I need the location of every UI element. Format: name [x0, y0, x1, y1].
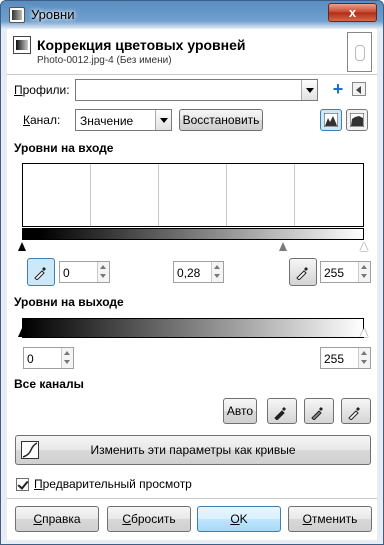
output-low-value: 0: [27, 352, 34, 366]
chevron-down-icon[interactable]: [155, 110, 171, 130]
image-name: Photo-0012.jpg-4 (Без имени): [37, 55, 172, 66]
eyedropper-icon: [296, 267, 308, 280]
output-high-spinner[interactable]: 255: [320, 347, 371, 369]
input-white-point-handle[interactable]: [360, 242, 368, 251]
output-high-value: 255: [324, 352, 345, 366]
edit-as-curves-label: Изменить эти параметры как кривые: [90, 443, 296, 457]
auto-button[interactable]: Авто: [223, 398, 257, 424]
header-divider: [7, 74, 377, 75]
eyedropper-icon: [274, 407, 286, 420]
histogram-grid-line: [158, 164, 159, 226]
histogram-grid-line: [90, 164, 91, 226]
all-channels-heading: Все каналы: [14, 377, 84, 391]
channel-label: Канал:: [23, 113, 61, 127]
spin-arrows-icon[interactable]: [211, 262, 223, 282]
cancel-button[interactable]: Отменить: [288, 506, 372, 532]
input-gamma-handle[interactable]: [279, 242, 287, 251]
linear-histogram-button[interactable]: [320, 109, 342, 131]
linear-histogram-icon: [324, 113, 338, 127]
spin-arrows-icon[interactable]: [61, 348, 73, 368]
log-histogram-button[interactable]: [346, 109, 368, 131]
output-levels-heading: Уровни на выходе: [14, 295, 124, 309]
levels-icon: [13, 36, 31, 54]
histogram-grid-line: [294, 164, 295, 226]
input-high-spinner[interactable]: 255: [320, 261, 371, 283]
presets-combo[interactable]: [75, 79, 318, 101]
edit-as-curves-button[interactable]: Изменить эти параметры как кривые: [15, 435, 371, 465]
log-histogram-icon: [350, 113, 364, 127]
input-gradient-bar: [22, 228, 364, 240]
add-preset-icon[interactable]: +: [331, 80, 345, 98]
levels-dialog-window: Уровни x Коррекция цветовых уровней Phot…: [0, 0, 384, 545]
curves-icon: [21, 441, 39, 459]
help-button[interactable]: Справка: [15, 506, 99, 532]
histogram-grid-line: [226, 164, 227, 226]
preview-label[interactable]: Предварительный просмотр: [34, 477, 192, 491]
pick-white-all-button[interactable]: [341, 398, 371, 424]
input-gamma-value: 0,28: [177, 266, 201, 280]
preset-menu-icon[interactable]: [352, 82, 366, 96]
chevron-down-icon[interactable]: [301, 80, 317, 100]
input-levels-heading: Уровни на входе: [14, 141, 114, 155]
eyedropper-icon: [34, 267, 46, 280]
window-title: Уровни: [31, 7, 75, 22]
spin-arrows-icon[interactable]: [358, 348, 370, 368]
output-white-handle[interactable]: [360, 328, 368, 337]
channel-combo[interactable]: Значение: [75, 109, 172, 131]
dialog-header: Коррекция цветовых уровней Photo-0012.jp…: [7, 29, 377, 74]
eyedropper-icon: [348, 407, 360, 420]
image-thumbnail: [347, 32, 372, 72]
eyedropper-icon: [311, 407, 323, 420]
input-black-point-handle[interactable]: [18, 242, 26, 251]
output-gradient-bar: [22, 318, 364, 338]
pick-white-point-button[interactable]: [289, 258, 317, 286]
app-icon: [9, 7, 25, 23]
input-low-spinner[interactable]: 0: [59, 261, 110, 283]
input-low-value: 0: [63, 266, 70, 280]
presets-label: Профили:: [14, 83, 70, 97]
dialog-title: Коррекция цветовых уровней: [37, 37, 246, 53]
spin-arrows-icon[interactable]: [358, 262, 370, 282]
output-low-spinner[interactable]: 0: [23, 347, 74, 369]
close-button[interactable]: x: [328, 3, 377, 22]
footer-divider: [7, 498, 377, 499]
pick-black-point-button[interactable]: [27, 258, 55, 286]
pick-gray-all-button[interactable]: [304, 398, 334, 424]
ok-button[interactable]: OK: [197, 506, 281, 532]
reset-button[interactable]: Сбросить: [107, 506, 191, 532]
input-high-value: 255: [324, 266, 345, 280]
input-gamma-spinner[interactable]: 0,28: [173, 261, 224, 283]
reset-channel-button[interactable]: Восстановить: [179, 109, 263, 131]
output-black-handle[interactable]: [18, 328, 26, 337]
pick-black-all-button[interactable]: [267, 398, 297, 424]
preview-checkbox[interactable]: [16, 478, 29, 491]
title-bar[interactable]: Уровни x: [1, 1, 383, 29]
spin-arrows-icon[interactable]: [97, 262, 109, 282]
histogram-view: [22, 163, 364, 227]
channel-value: Значение: [80, 114, 134, 128]
dialog-body: Коррекция цветовых уровней Photo-0012.jp…: [7, 29, 377, 540]
